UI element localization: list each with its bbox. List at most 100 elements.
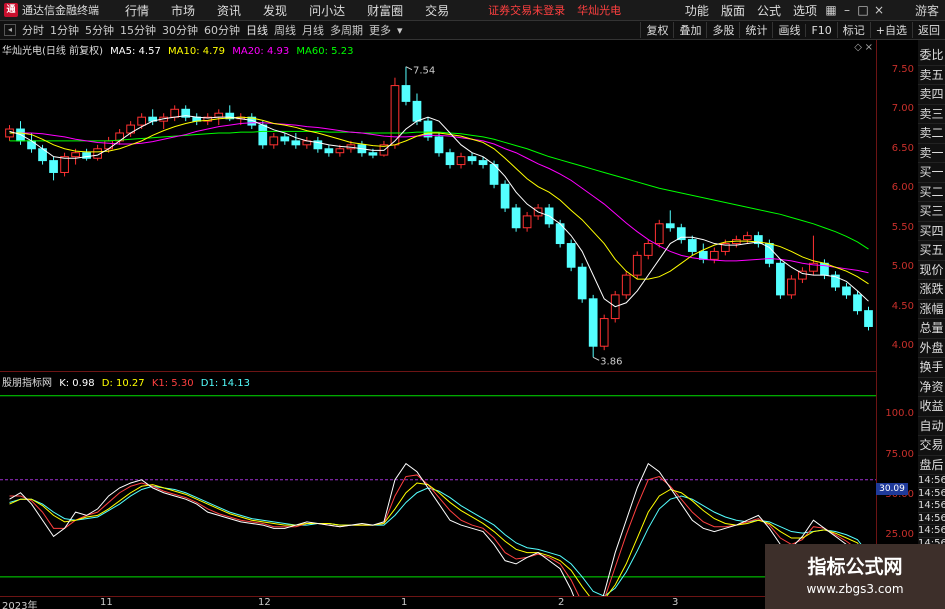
candle-body [412,100,422,122]
side-panel-item: 现价 [918,261,945,280]
menu-formula[interactable]: 公式 [751,2,787,19]
app-title: 通达信金融终端 [22,4,99,17]
indicator-name: 股朋指标网 [2,378,52,389]
menu-layout[interactable]: 版面 [715,2,751,19]
toolbar-back-icon[interactable]: ◂ [4,24,16,36]
period-5min[interactable]: 5分钟 [82,22,117,38]
menu-grid-icon[interactable]: ▦ [823,3,839,17]
side-panel-item: 14:56 [918,512,945,525]
indicator-chart[interactable] [0,372,876,597]
candle-body [577,266,587,300]
candle-body [324,148,334,154]
candle-body [776,262,785,296]
period-daily[interactable]: 日线 [243,22,271,38]
candle-body [478,160,488,166]
date-label: 11 [100,597,113,608]
candle-body [599,318,609,347]
side-panel-item[interactable]: 交易 [918,436,945,456]
add-watchlist-button[interactable]: +自选 [869,22,912,38]
candle-body [60,156,69,173]
menu-quotes[interactable]: 行情 [114,2,160,19]
candle-body [71,152,80,158]
side-panel-item: 14:56 [918,525,945,538]
back-button[interactable]: 返回 [912,22,945,38]
stock-name-label: 华灿光电(日线 前复权) [2,46,103,57]
price-legend: 华灿光电(日线 前复权) MA5: 4.57 MA10: 4.79 MA20: … [2,42,357,57]
draw-line-button[interactable]: 画线 [772,22,805,38]
overlay-button[interactable]: 叠加 [673,22,706,38]
price-chart-panel[interactable]: 7.54 3.86 华灿光电(日线 前复权) MA5: 4.57 MA10: 4.… [0,40,876,370]
high-annotation: 7.54 [413,66,435,77]
high-marker-line [405,66,413,71]
watermark-title: 指标公式网 [807,556,903,578]
candle-body [698,250,708,260]
date-label: 2023年 [2,601,38,609]
price-axis-label: 7.50 [891,63,914,75]
candle-body [853,294,862,312]
candle-body [787,278,796,296]
menu-trade[interactable]: 交易 [414,2,460,19]
close-icon[interactable]: × [871,3,887,17]
candle-body [687,239,697,252]
price-axis-label: 4.50 [891,300,914,312]
low-annotation: 3.86 [600,356,622,367]
side-panel-item: 买三 [918,202,945,222]
trade-login-notice[interactable]: 证券交易未登录 [488,2,565,18]
quote-side-panel: 委比 卖五 卖四 卖三 卖二 卖一 买一 买二 买三 买四 买五 现价 涨跌 涨幅 总量 外盘 换手 净资 收益 自动… [918,40,945,609]
period-weekly[interactable]: 周线 [271,22,299,38]
side-panel-item[interactable]: 自动 [918,417,945,436]
more-chevron-icon[interactable]: ▾ [394,24,406,37]
indicator-axis-label: 100.0 [885,408,914,420]
f10-button[interactable]: F10 [805,23,836,37]
price-chart[interactable]: 7.54 3.86 [0,40,876,370]
menu-ask[interactable]: 问小达 [298,2,356,19]
menu-options[interactable]: 选项 [787,2,823,19]
indicator-value-box: 30.09 [876,483,908,495]
period-monthly[interactable]: 月线 [299,22,327,38]
side-panel-item: 卖四 [918,85,945,105]
menu-news[interactable]: 资讯 [206,2,252,19]
menu-wealth[interactable]: 财富圈 [356,2,414,19]
guest-label[interactable]: 游客 [915,2,939,19]
indicator-axis-label: 25.00 [885,529,914,541]
candle-body [566,243,576,268]
period-more[interactable]: 更多 [366,22,394,38]
indicator-panel[interactable]: 股朋指标网 K: 0.98 D: 10.27 K1: 5.30 D1: 14.1… [0,371,876,597]
maximize-icon[interactable]: □ [855,3,871,17]
app-logo-icon: 通 [4,3,18,17]
period-15min[interactable]: 15分钟 [117,22,159,38]
legend-ma60: MA60: 5.23 [296,46,354,57]
mark-button[interactable]: 标记 [836,22,870,38]
period-60min[interactable]: 60分钟 [201,22,243,38]
restore-rights-button[interactable]: 复权 [640,22,673,38]
candle-body [170,108,180,118]
legend-ma10: MA10: 4.79 [168,46,226,57]
side-panel-item: 买一 [918,163,945,183]
candle-body [676,227,686,241]
price-axis-label: 6.50 [891,142,914,154]
menu-discover[interactable]: 发现 [252,2,298,19]
period-timeshare[interactable]: 分时 [19,22,47,38]
multi-stock-button[interactable]: 多股 [706,22,739,38]
menu-function[interactable]: 功能 [679,2,715,19]
menu-market[interactable]: 市场 [160,2,206,19]
side-panel-item: 外盘 [918,339,945,358]
candle-body [335,148,345,154]
stock-brand-label: 华灿光电 [577,4,622,17]
period-1min[interactable]: 1分钟 [47,22,82,38]
minimize-icon[interactable]: – [839,3,855,17]
period-multi[interactable]: 多周期 [327,22,366,38]
panel-settings-icon[interactable]: ◇ [854,42,862,53]
period-30min[interactable]: 30分钟 [159,22,201,38]
candle-body [390,85,400,146]
candle-body [368,152,378,156]
candle-body [137,116,147,126]
date-label: 12 [258,597,271,608]
side-panel-item: 14:56 [918,487,945,500]
candle-body [522,215,532,229]
statistics-button[interactable]: 统计 [739,22,772,38]
panel-close-icon[interactable]: × [865,42,873,53]
candle-body [632,254,642,276]
side-panel-item: 买四 [918,222,945,241]
side-panel-item[interactable]: 盘后 [918,456,945,475]
